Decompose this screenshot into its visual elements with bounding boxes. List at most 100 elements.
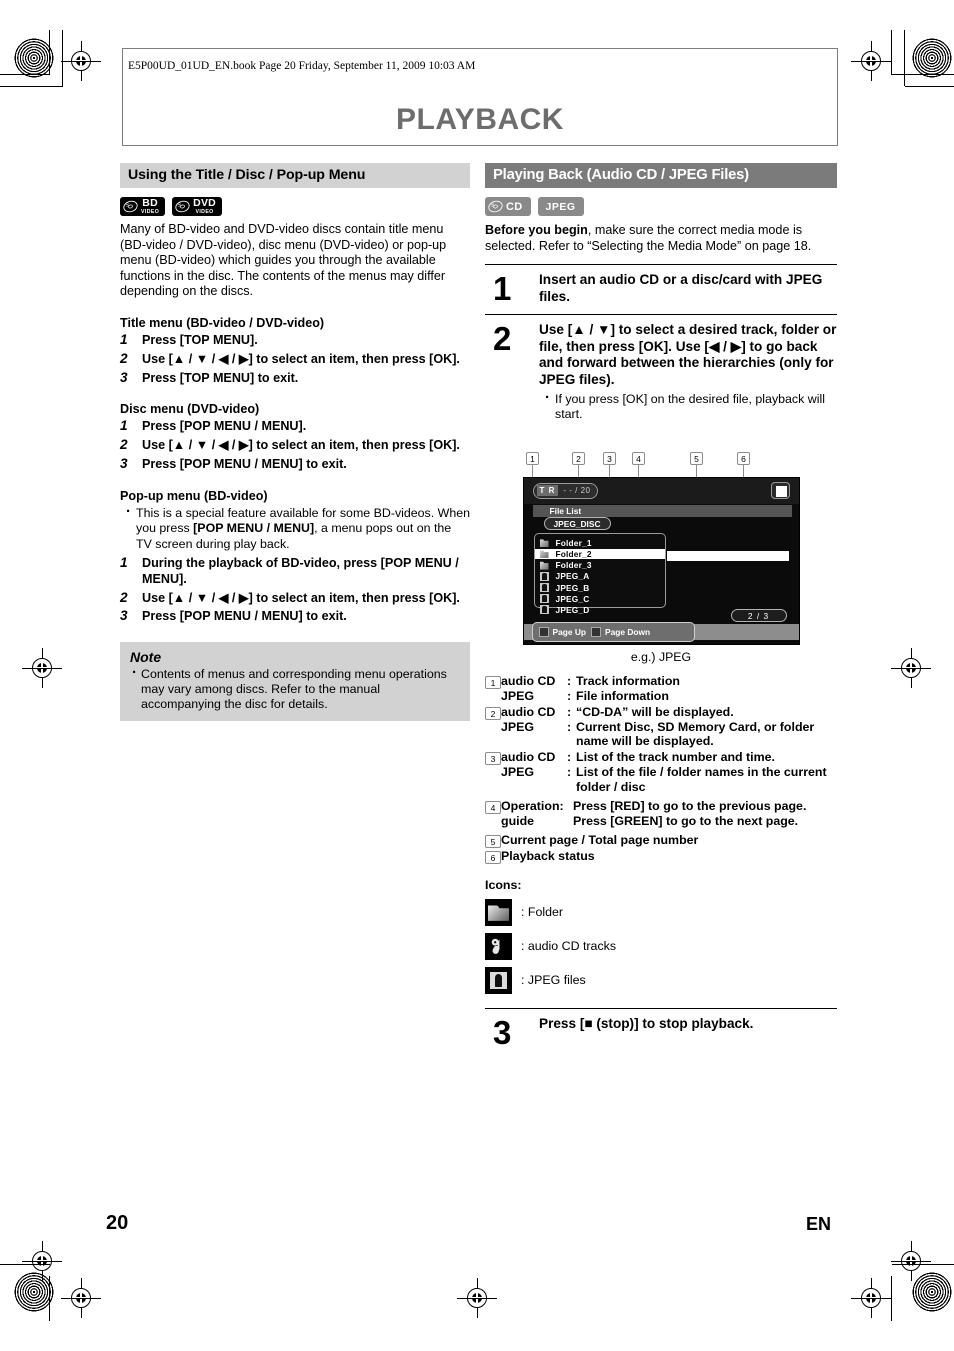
- legend-entry-4: 4 Operation: Press [RED] to go to the pre…: [485, 799, 837, 829]
- list-item-label: JPEG_A: [555, 571, 590, 582]
- legend-colon: :: [567, 719, 572, 734]
- legend-body: Operation: Press [RED] to go to the previ…: [501, 799, 837, 829]
- callout-5: 5: [690, 451, 703, 465]
- disc-icon: [175, 200, 190, 213]
- legend-value: Press [GREEN] to go to the next page.: [573, 813, 799, 828]
- callout-line: [532, 464, 533, 477]
- step-number: 3: [120, 455, 128, 471]
- step-number: 2: [493, 319, 512, 357]
- list-item: If you press [OK] on the desired file, p…: [545, 390, 837, 423]
- guide-label: Page Up: [552, 626, 587, 637]
- disc-icon: [123, 200, 138, 213]
- legend-value: Playback status: [501, 848, 595, 863]
- list-item[interactable]: Folder_1: [535, 538, 665, 548]
- guide-page-up[interactable]: Page Up: [538, 626, 587, 637]
- list-item: Contents of menus and corresponding menu…: [132, 665, 460, 712]
- legend-number: 6: [485, 850, 501, 864]
- halftone-target-top-right: [912, 38, 952, 78]
- subheading-disc-menu: Disc menu (DVD-video): [120, 402, 260, 417]
- step-item: 1 During the playback of BD-video, press …: [120, 555, 470, 588]
- icon-legend-audio: : audio CD tracks: [485, 932, 837, 960]
- legend-colon: :: [567, 704, 572, 719]
- step-item: 2 Use [▲ / ▼ / ◀ / ▶] to select an item, …: [120, 350, 470, 368]
- media-badges-right: CD JPEG: [485, 197, 837, 216]
- step-number: 2: [120, 350, 128, 366]
- callout-line: [609, 464, 610, 477]
- callout-3: 3: [603, 451, 616, 465]
- guide-page-down[interactable]: Page Down: [591, 626, 650, 637]
- legend-entry-2: 2 audio CD: “CD-DA” will be displayed. JP…: [485, 705, 837, 750]
- icon-legend-folder: : Folder: [485, 898, 837, 926]
- media-badges-left: BD VIDEO DVD VIDEO: [120, 197, 470, 216]
- list-item[interactable]: JPEG_B: [535, 583, 665, 593]
- note-list: Contents of menus and corresponding menu…: [130, 665, 460, 712]
- crop-line: [0, 1264, 50, 1265]
- list-item-label: JPEG_D: [555, 604, 590, 615]
- jpeg-file-icon: [539, 605, 549, 615]
- bullet-text-bold: [POP MENU / MENU]: [193, 521, 315, 536]
- registration-mark-top-right: [851, 41, 891, 81]
- jpeg-file-icon: [539, 594, 549, 604]
- chapter-title: PLAYBACK: [396, 103, 564, 136]
- step-text: During the playback of BD-video, press […: [142, 555, 459, 586]
- legend-label: audio CD: [501, 704, 556, 719]
- legend-value: Press [RED] to go to the previous page.: [573, 799, 807, 814]
- diagram-caption: e.g.) JPEG: [630, 649, 692, 664]
- legend-value: Current page / Total page number: [501, 832, 699, 847]
- popup-menu-note-list: This is a special feature available for …: [120, 504, 470, 552]
- halftone-target-top-left: [14, 38, 54, 78]
- callout-6: 6: [737, 451, 750, 465]
- note-title: Note: [130, 649, 162, 666]
- crop-line: [62, 30, 63, 86]
- step-text: Use [▲ / ▼ / ◀ / ▶] to select an item, t…: [142, 438, 460, 453]
- legend-value: List of the track number and time.: [576, 750, 775, 765]
- file-list-title-bar: File List: [532, 504, 792, 517]
- halftone-target-bottom-right: [912, 1272, 952, 1312]
- title-menu-steps: 1 Press [TOP MENU]. 2 Use [▲ / ▼ / ◀ / ▶] …: [120, 332, 470, 386]
- step-number: 2: [120, 589, 128, 605]
- list-item[interactable]: JPEG_A: [535, 571, 665, 581]
- list-item[interactable]: JPEG_C: [535, 594, 665, 604]
- legend-value: Track information: [576, 673, 680, 688]
- section-header-title-disc-popup: Using the Title / Disc / Pop-up Menu: [120, 163, 470, 188]
- icon-legend-label: : audio CD tracks: [521, 939, 617, 954]
- crop-line: [49, 1276, 50, 1321]
- list-item[interactable]: Folder_3: [535, 560, 665, 570]
- callout-4: 4: [632, 451, 645, 465]
- legend-label: JPEG: [501, 688, 535, 703]
- crop-line: [892, 1264, 954, 1265]
- jpeg-file-icon: [539, 571, 549, 581]
- selection-highlight-strip: [666, 550, 789, 561]
- step-number: 1: [120, 418, 128, 434]
- badge-label-sub: VIDEO: [195, 208, 214, 215]
- book-source-line: E5P00UD_01UD_EN.book Page 20 Friday, Sep…: [128, 60, 476, 72]
- registration-mark-bottom-center: [457, 1278, 497, 1318]
- step-text: Press [■ (stop)] to stop playback.: [539, 1015, 754, 1031]
- legend-body: audio CD: Track information JPEG: File inf…: [501, 674, 837, 704]
- jpeg-file-icon: [539, 583, 549, 593]
- section-header-playing-back: Playing Back (Audio CD / JPEG Files): [485, 163, 837, 188]
- step-number: 1: [493, 270, 512, 308]
- list-item[interactable]: Folder_2: [534, 548, 665, 559]
- red-button-icon: [538, 626, 549, 637]
- legend-body: audio CD: “CD-DA” will be displayed. JPEG…: [501, 705, 837, 750]
- callout-line: [743, 464, 744, 477]
- badge-jpeg: JPEG: [537, 197, 584, 216]
- operation-guide-pill: Page Up Page Down: [531, 621, 695, 642]
- legend-number: 3: [485, 752, 501, 766]
- registration-mark-left-lower: [22, 1241, 62, 1281]
- legend-label: JPEG: [501, 719, 535, 734]
- registration-mark-top-left: [61, 41, 101, 81]
- icon-legend-jpeg: : JPEG files: [485, 966, 837, 994]
- legend-number: 1: [485, 675, 501, 689]
- badge-label-main: DVD: [193, 197, 216, 210]
- legend-entry-1: 1 audio CD: Track information JPEG: File i…: [485, 674, 837, 704]
- legend-number: 2: [485, 706, 501, 720]
- list-item-label: Folder_3: [555, 560, 592, 571]
- registration-mark-right-middle: [891, 648, 931, 688]
- list-item: This is a special feature available for …: [126, 504, 470, 552]
- icon-legend-label: : JPEG files: [521, 973, 586, 988]
- icons-heading: Icons:: [485, 877, 522, 892]
- big-step-2: 2 Use [▲ / ▼] to select a desired track,…: [485, 313, 837, 431]
- list-item[interactable]: JPEG_D: [535, 605, 665, 615]
